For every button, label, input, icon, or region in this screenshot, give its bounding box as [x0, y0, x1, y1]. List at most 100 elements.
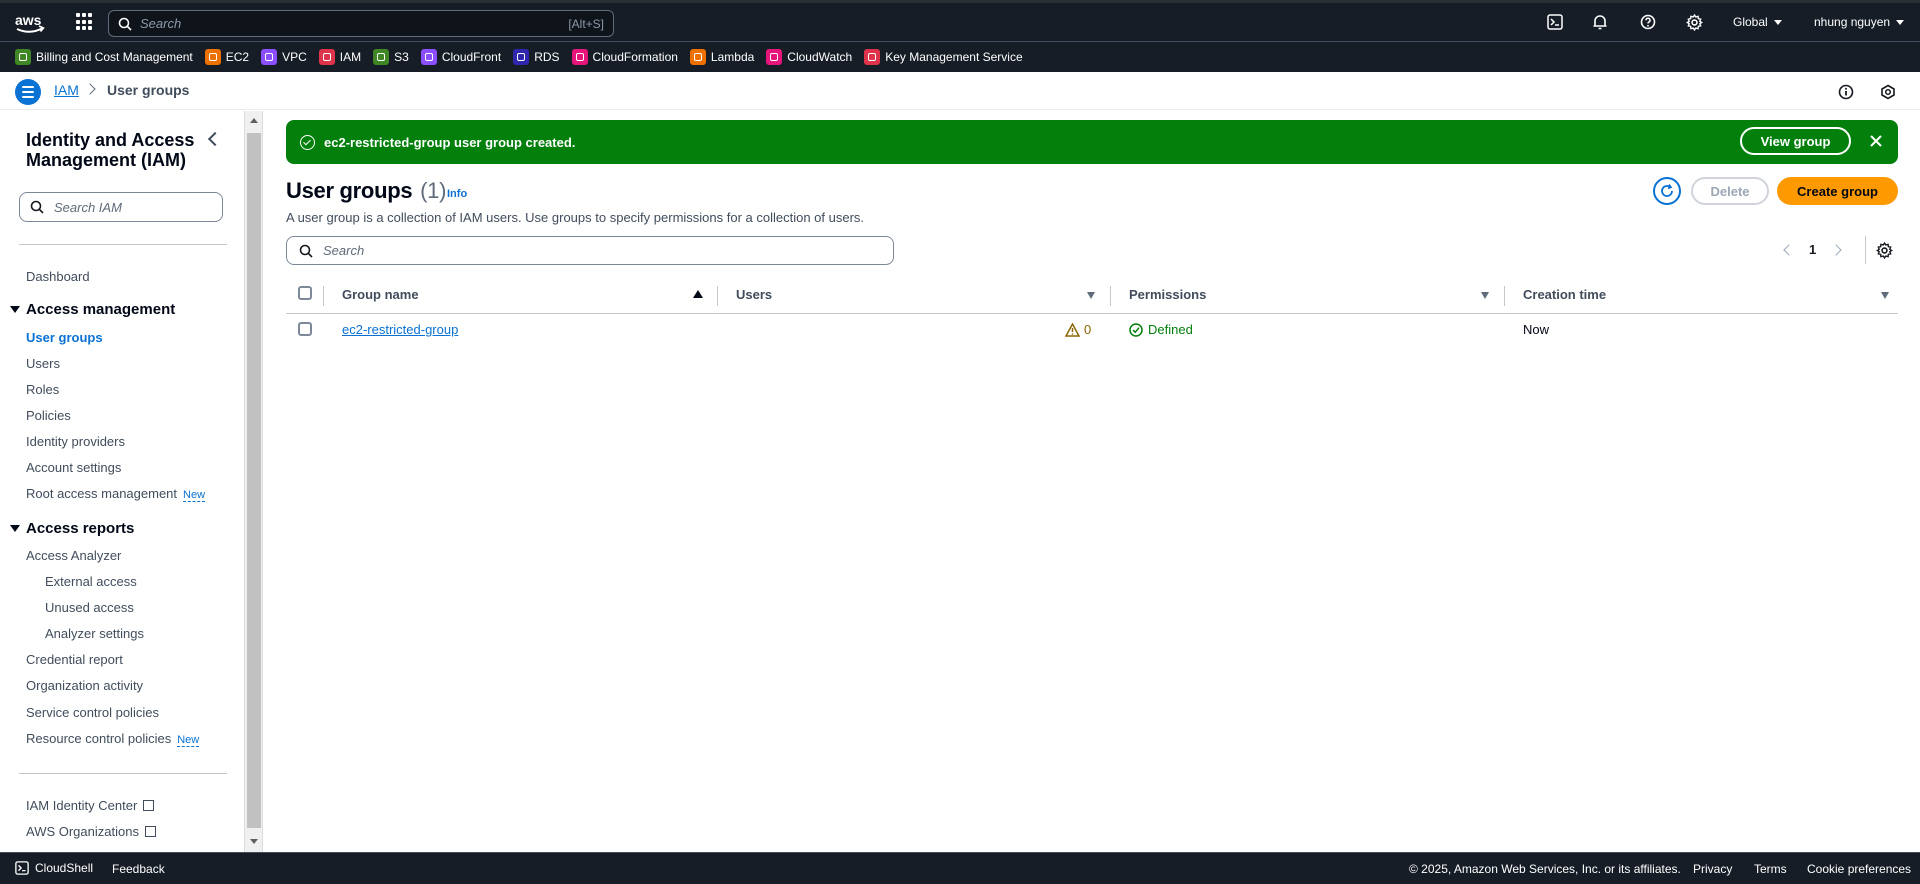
column-header-permissions[interactable]: Permissions	[1129, 287, 1206, 302]
warning-icon	[1065, 322, 1080, 337]
aws-logo-icon[interactable]: aws	[14, 11, 46, 37]
side-navigation-toggle-icon[interactable]	[15, 79, 41, 105]
scroll-down-arrow-icon[interactable]	[250, 839, 258, 844]
previous-page-chevron-icon[interactable]	[1783, 243, 1795, 256]
sidebar-item-resource-control-policies[interactable]: Resource control policies New	[26, 731, 200, 747]
sort-icon[interactable]	[1087, 292, 1095, 299]
sidebar-item-user-groups[interactable]: User groups	[26, 330, 103, 345]
sort-icon[interactable]	[1481, 292, 1489, 299]
section-heading: Access management	[26, 301, 176, 318]
favorite-label: Billing and Cost Management	[36, 50, 193, 64]
favorite-rds[interactable]: RDS	[513, 49, 560, 65]
sidebar-item-account-settings[interactable]: Account settings	[26, 460, 121, 475]
sidebar-search-placeholder: Search IAM	[54, 199, 122, 215]
next-page-chevron-icon[interactable]	[1830, 243, 1842, 256]
refresh-button[interactable]	[1653, 177, 1681, 205]
favorite-iam[interactable]: IAM	[318, 49, 361, 65]
region-selector[interactable]: Global	[1733, 3, 1782, 41]
sidebar-item-credential-report[interactable]: Credential report	[26, 652, 123, 667]
scroll-up-arrow-icon[interactable]	[250, 118, 258, 123]
delete-button[interactable]: Delete	[1691, 177, 1769, 205]
row-select-checkbox[interactable]	[298, 322, 312, 336]
caret-down-icon	[1896, 19, 1905, 25]
dismiss-close-icon[interactable]	[1868, 133, 1884, 149]
favorite-s3[interactable]: S3	[373, 49, 409, 65]
section-access-reports[interactable]: Access reports	[10, 520, 134, 537]
info-panel-icon[interactable]	[1838, 84, 1854, 100]
info-link[interactable]: Info	[447, 188, 467, 200]
service-icon	[689, 49, 706, 65]
column-header-group-name[interactable]: Group name	[342, 287, 419, 302]
group-name-link[interactable]: ec2-restricted-group	[342, 322, 458, 337]
sidebar-item-organization-activity[interactable]: Organization activity	[26, 678, 143, 693]
sidebar-scrollbar[interactable]	[244, 111, 263, 852]
service-icon	[204, 49, 221, 65]
settings-gear-icon[interactable]	[1683, 3, 1705, 41]
success-check-icon	[1129, 322, 1143, 337]
sidebar-item-access-analyzer[interactable]: Access Analyzer	[26, 548, 121, 563]
cloudshell-top-icon[interactable]	[1544, 3, 1566, 41]
caret-down-icon	[10, 525, 20, 532]
favorite-label: CloudWatch	[787, 50, 853, 64]
sidebar-item-dashboard[interactable]: Dashboard	[26, 269, 90, 284]
column-header-creation-time[interactable]: Creation time	[1523, 287, 1606, 302]
favorite-lambda[interactable]: Lambda	[689, 49, 754, 65]
sidebar-item-roles[interactable]: Roles	[26, 382, 59, 397]
account-menu[interactable]: nhung nguyen	[1814, 3, 1905, 41]
table-header: Group name Users Permissions Creation ti…	[286, 278, 1898, 314]
table-search-input[interactable]: Search	[286, 236, 894, 265]
sidebar-item-analyzer-settings[interactable]: Analyzer settings	[45, 626, 144, 641]
scrollbar-thumb[interactable]	[247, 133, 261, 828]
sort-icon[interactable]	[1881, 292, 1889, 299]
favorite-cloudformation[interactable]: CloudFormation	[571, 49, 678, 65]
section-access-management[interactable]: Access management	[10, 301, 175, 318]
feedback-panel-icon[interactable]	[1880, 84, 1896, 100]
privacy-link[interactable]: Privacy	[1693, 862, 1732, 876]
select-all-checkbox[interactable]	[298, 286, 312, 300]
sidebar-item-service-control-policies[interactable]: Service control policies	[26, 705, 159, 720]
cloudshell-footer-button[interactable]: CloudShell	[15, 861, 93, 875]
search-placeholder: Search	[140, 16, 182, 31]
terms-link[interactable]: Terms	[1754, 862, 1787, 876]
collapse-sidebar-chevron-icon[interactable]	[207, 131, 223, 147]
sidebar-item-root-access-management[interactable]: Root access management New	[26, 486, 206, 502]
help-icon[interactable]	[1637, 3, 1659, 41]
sidebar-title: Identity and Access Management (IAM)	[26, 130, 195, 170]
favorite-cloudwatch[interactable]: CloudWatch	[766, 49, 852, 65]
sidebar-item-unused-access[interactable]: Unused access	[45, 600, 134, 615]
services-menu-icon[interactable]	[76, 13, 94, 31]
service-icon	[261, 49, 278, 65]
sidebar-item-iam-identity-center[interactable]: IAM Identity Center	[26, 798, 155, 813]
sidebar-item-users[interactable]: Users	[26, 356, 60, 371]
cookie-preferences-link[interactable]: Cookie preferences	[1807, 862, 1911, 876]
current-page-number[interactable]: 1	[1809, 242, 1816, 257]
create-group-button[interactable]: Create group	[1777, 177, 1898, 205]
top-navigation: aws Search [Alt+S] Global nhung nguyen	[0, 0, 1920, 41]
global-search-input[interactable]: Search [Alt+S]	[108, 10, 614, 37]
favorite-ec2[interactable]: EC2	[204, 49, 250, 65]
favorite-vpc[interactable]: VPC	[261, 49, 307, 65]
column-separator[interactable]	[717, 286, 718, 306]
feedback-link[interactable]: Feedback	[112, 862, 165, 876]
favorite-label: EC2	[225, 50, 250, 64]
table-row: ec2-restricted-group 0 Defined Now	[286, 314, 1898, 344]
search-icon	[30, 200, 44, 214]
success-check-icon	[300, 134, 315, 150]
sidebar-search-input[interactable]: Search IAM	[19, 192, 223, 222]
favorite-billing-and-cost-management[interactable]: Billing and Cost Management	[15, 49, 193, 65]
favorite-cloudfront[interactable]: CloudFront	[420, 49, 501, 65]
table-preferences-gear-icon[interactable]	[1876, 242, 1893, 259]
view-group-button[interactable]: View group	[1740, 127, 1851, 155]
breadcrumb-iam-link[interactable]: IAM	[54, 82, 79, 98]
column-separator[interactable]	[1110, 286, 1111, 306]
sidebar-item-aws-organizations[interactable]: AWS Organizations	[26, 824, 156, 839]
favorite-key-management-service[interactable]: Key Management Service	[864, 49, 1023, 65]
sidebar-item-identity-providers[interactable]: Identity providers	[26, 434, 125, 449]
sort-ascending-icon[interactable]	[693, 290, 703, 298]
sidebar-item-external-access[interactable]: External access	[45, 574, 137, 589]
column-header-users[interactable]: Users	[736, 287, 772, 302]
sidebar-item-policies[interactable]: Policies	[26, 408, 71, 423]
caret-down-icon	[10, 306, 20, 313]
notifications-bell-icon[interactable]	[1589, 3, 1611, 41]
column-separator[interactable]	[1504, 286, 1505, 306]
